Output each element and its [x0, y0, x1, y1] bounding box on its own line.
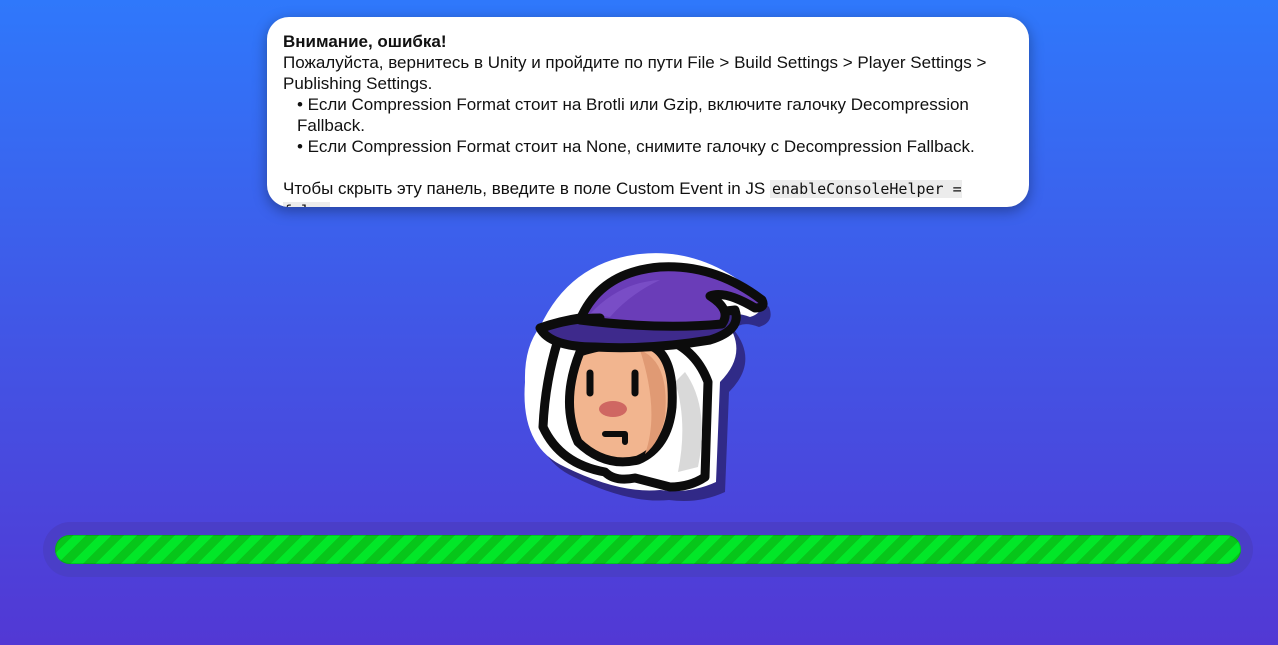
error-instruction: Пожалуйста, вернитесь в Unity и пройдите…	[283, 53, 987, 93]
loading-progress-bar	[43, 522, 1253, 577]
error-panel: Внимание, ошибка! Пожалуйста, вернитесь …	[267, 17, 1029, 207]
error-bullet-none: • Если Compression Format стоит на None,…	[297, 137, 975, 156]
hide-panel-hint: Чтобы скрыть эту панель, введите в поле …	[283, 178, 1013, 207]
wizard-mascot-icon	[524, 253, 771, 501]
loading-progress-fill	[55, 535, 1241, 564]
error-bullet-brotli-gzip: • Если Compression Format стоит на Brotl…	[297, 95, 969, 135]
hide-panel-text: Чтобы скрыть эту панель, введите в поле …	[283, 179, 770, 198]
error-title: Внимание, ошибка!	[283, 32, 447, 51]
